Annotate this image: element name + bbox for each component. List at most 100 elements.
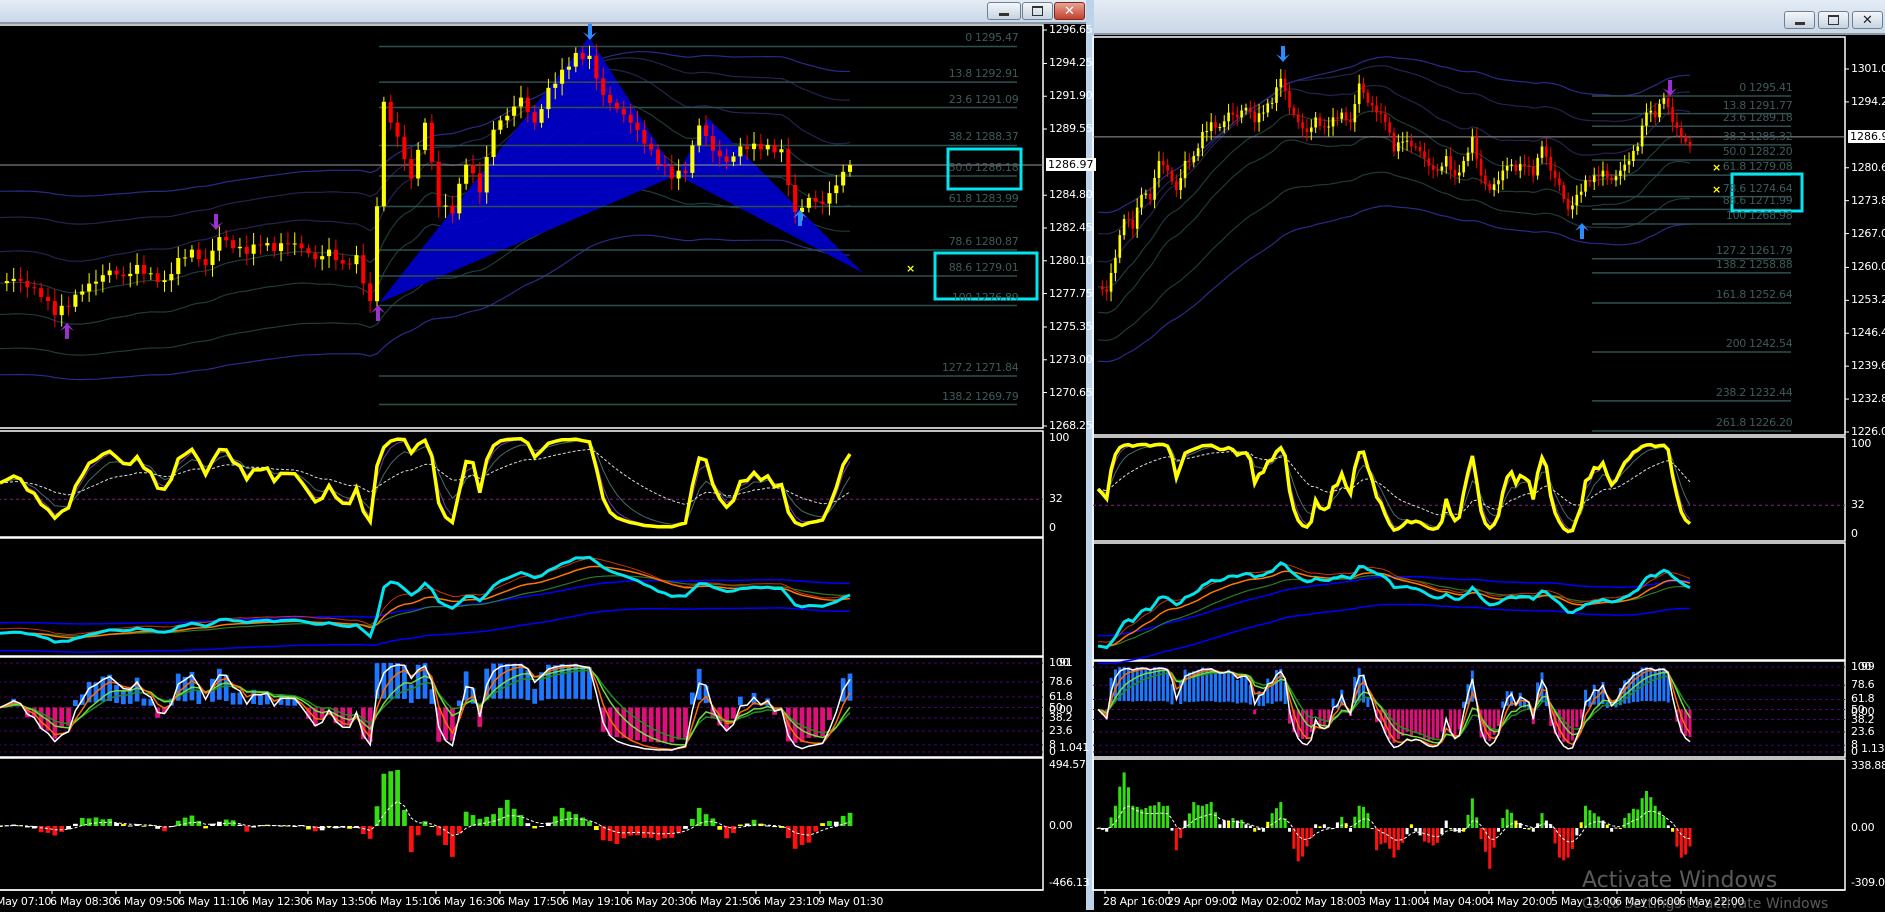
left_chart-momentum-bar (491, 814, 496, 826)
right_chart-rsi-line (1097, 444, 1691, 528)
left_chart-osc-histogram-bar (59, 707, 65, 728)
right_chart-momentum-bar (1614, 827, 1618, 829)
right_chart-candle-body (1383, 113, 1387, 123)
right_chart-candle-body (1249, 107, 1252, 112)
right_chart-candle-body (1114, 257, 1117, 273)
left_chart-momentum-bar (93, 817, 99, 826)
right_chart-candle-body (1188, 160, 1191, 163)
right_chart-candle-body (1627, 160, 1631, 165)
left_chart-candle-body (525, 97, 530, 113)
left_chart-candle-body (717, 150, 722, 157)
right_chart-candle-body (1479, 158, 1483, 176)
left_chart-candle-body (765, 145, 770, 150)
left_chart-momentum-bar (539, 826, 544, 827)
left_chart-candle-body (148, 273, 153, 275)
right_chart-momentum-bar (1414, 828, 1418, 832)
left_chart-candle-body (4, 280, 9, 284)
right_chart-osc-histogram-bar (1322, 709, 1326, 726)
left_chart-price-label: 1280.10 (1049, 253, 1093, 267)
left_chart-candle-body (381, 101, 386, 207)
right_chart-candle-body (1501, 170, 1505, 181)
right_chart-candle-body (1427, 158, 1431, 166)
left_chart-candle-body (114, 270, 119, 275)
right_chart-candle-body (1414, 146, 1418, 148)
left_chart-osc-histogram-bar (258, 694, 263, 705)
right_chart-candle-body (1227, 112, 1230, 122)
left_chart-momentum-bar (484, 816, 490, 826)
right_chart-candle-body (1253, 111, 1257, 123)
right_chart-osc-histogram-bar (1266, 678, 1270, 704)
left_chart-candle-body (45, 297, 51, 302)
left_chart-momentum-bar (141, 825, 147, 827)
right_chart-momentum-bar (1222, 820, 1226, 828)
right_chart-candle-body (1279, 78, 1283, 88)
left_chart-candle-body (59, 305, 64, 316)
right_chart-candle-body (1244, 107, 1248, 111)
right_chart-candle-body (1205, 131, 1209, 133)
right_chart-candle-body (1457, 172, 1461, 176)
left_chart-momentum-bar (587, 821, 592, 826)
left_chart-candle-body (320, 256, 325, 260)
left_chart-osc-histogram-bar (532, 688, 538, 704)
right_chart-candle-body (1314, 117, 1317, 128)
left_chart-candle-body (635, 122, 640, 131)
right_chart-momentum-bar (1436, 828, 1440, 843)
left_chart-osc-histogram-bar (196, 690, 202, 705)
right_chart-candle-body (1605, 170, 1609, 178)
right_chart-momentum-bar (1540, 813, 1544, 828)
right_chart-candle-body (1370, 102, 1374, 106)
right_chart-trend-line (1097, 603, 1691, 665)
right_chart-candle-body (1401, 141, 1405, 143)
left_chart-momentum-bar (367, 826, 373, 839)
left_chart-time-label: 6 May 11:10 (178, 895, 244, 908)
left_chart-momentum-bar (593, 826, 599, 831)
right_chart-candle-body (1571, 205, 1574, 210)
right_chart-fib-level: 13.8 (1722, 98, 1747, 112)
right_chart-candle-body (1440, 166, 1444, 171)
left_chart-candle-body (594, 55, 599, 79)
right_chart-candle-body (1101, 286, 1104, 290)
right_chart-osc-histogram-bar (1309, 709, 1313, 732)
right_chart-candle-body (1632, 150, 1635, 161)
left_chart-candle-body (18, 278, 23, 281)
right_chart-candle-body (1575, 194, 1579, 206)
left_chart-candle-body (806, 198, 811, 208)
right_chart-panel-frame (1092, 542, 1846, 661)
left_chart-osc-histogram-bar (724, 707, 729, 730)
right_chart-price-label: 1246.40 (1851, 326, 1885, 340)
left_chart-candle-body (751, 143, 757, 150)
left_chart-candle-body (93, 281, 99, 284)
right_chart-candle-body (1531, 166, 1535, 176)
right_chart-momentum-bar (1270, 813, 1274, 828)
right_chart-fib-level: 50.0 (1722, 144, 1747, 158)
right_chart-hist-axis-label: 0.00 (1851, 821, 1875, 834)
right_chart-candle-body (1466, 152, 1470, 161)
right_chart-rsi-axis-label: 32 (1851, 498, 1865, 512)
left_chart-rsi-line (0, 440, 851, 525)
right_chart-momentum-bar (1305, 828, 1309, 847)
left_chart-osc-histogram-bar (73, 700, 78, 707)
right_chart-momentum-bar (1196, 805, 1200, 828)
left_chart-candle-body (155, 273, 160, 283)
left_chart-osc-histogram-bar (230, 692, 236, 705)
left_chart-candle-body (649, 143, 654, 150)
right_chart-candle-body (1183, 160, 1187, 179)
left_chart-time-label: 6 May 15:10 (370, 895, 436, 908)
left_chart-candle-body (251, 244, 256, 254)
right_chart-osc-histogram-bar (1431, 709, 1435, 741)
right_chart-fib-price: 1242.54 (1749, 336, 1793, 350)
left_chart-momentum-bar (621, 826, 627, 839)
right_chart-candle-body (1514, 164, 1518, 171)
right_chart-momentum-bar (1170, 828, 1174, 831)
right_chart-candle-body (1327, 126, 1331, 128)
right_chart-candle-body (1179, 178, 1183, 190)
right_chart-momentum-bar (1166, 805, 1170, 828)
right_chart-momentum-bar (1666, 825, 1670, 828)
right_chart-momentum-bar (1118, 786, 1122, 828)
left_chart-candle-body (416, 149, 421, 179)
right_chart-momentum-bar (1483, 828, 1487, 852)
left_chart-candle-body (402, 136, 407, 160)
left_chart-rsi-axis-label: 100 (1049, 431, 1070, 444)
right_chart-candle-body (1497, 180, 1500, 185)
right_chart-candle-body (1636, 146, 1640, 151)
